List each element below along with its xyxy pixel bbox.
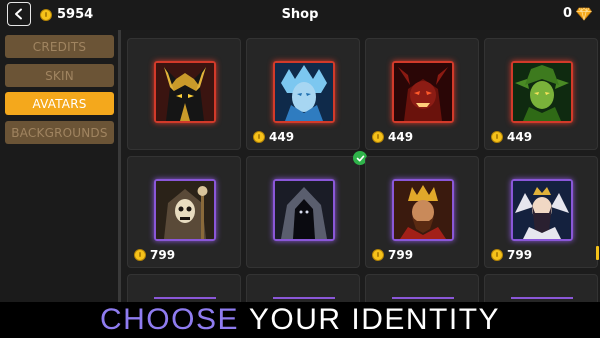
promo-banner: CHOOSE YOUR IDENTITY [0, 302, 600, 338]
price-tag: 449 [491, 130, 532, 144]
price-tag: 799 [372, 248, 413, 262]
price-value: 449 [388, 130, 414, 144]
avatar-portrait-lich [154, 179, 216, 241]
page-title: Shop [281, 7, 319, 22]
avatar-portrait-king [392, 179, 454, 241]
coin-icon [372, 249, 384, 261]
avatar-card-queen[interactable]: 799 [484, 156, 598, 268]
avatar-card-ice-queen[interactable]: 449 [246, 38, 360, 150]
avatar-portrait-ice-queen [273, 61, 335, 123]
coin-icon [372, 131, 384, 143]
price-tag: 799 [491, 248, 532, 262]
price-value: 799 [507, 248, 533, 262]
avatar-portrait-anubis [154, 61, 216, 123]
coin-icon [491, 249, 503, 261]
avatar-card-demon[interactable]: 449 [365, 38, 479, 150]
price-value: 799 [388, 248, 414, 262]
category-tab-avatars[interactable]: AVATARS [5, 92, 114, 115]
avatar-card-lich[interactable]: 799 [127, 156, 241, 268]
coin-icon [134, 249, 146, 261]
avatar-portrait-hooded-shadow [273, 179, 335, 241]
price-value: 449 [269, 130, 295, 144]
scrollbar-thumb[interactable] [596, 246, 599, 260]
price-tag: 449 [253, 130, 294, 144]
avatar-grid: 449 449 449 799 799 799 [121, 30, 600, 314]
gem-balance[interactable]: 0 [563, 6, 592, 21]
price-tag: 799 [134, 248, 175, 262]
avatar-card-forest-elf[interactable]: 449 [484, 38, 598, 150]
category-tab-credits[interactable]: CREDITS [5, 35, 114, 58]
price-value: 799 [150, 248, 176, 262]
price-tag: 449 [372, 130, 413, 144]
coin-icon [253, 131, 265, 143]
avatar-portrait-demon [392, 61, 454, 123]
price-value: 449 [507, 130, 533, 144]
avatar-portrait-queen [511, 179, 573, 241]
banner-word-choose: CHOOSE [99, 303, 239, 336]
coin-icon [491, 131, 503, 143]
diamond-icon [576, 6, 592, 21]
avatar-portrait-forest-elf [511, 61, 573, 123]
category-tab-backgrounds[interactable]: BACKGROUNDS [5, 121, 114, 144]
banner-words-your-identity: YOUR IDENTITY [248, 303, 501, 336]
gem-count: 0 [562, 6, 572, 21]
avatar-card-hooded-shadow[interactable] [246, 151, 367, 268]
top-bar: 5954 Shop 0 [0, 0, 600, 30]
avatar-card-king[interactable]: 799 [365, 156, 479, 268]
avatar-card-anubis[interactable] [127, 38, 241, 150]
category-sidebar: CREDITS SKIN AVATARS BACKGROUNDS [0, 30, 118, 330]
category-tab-skin[interactable]: SKIN [5, 64, 114, 87]
